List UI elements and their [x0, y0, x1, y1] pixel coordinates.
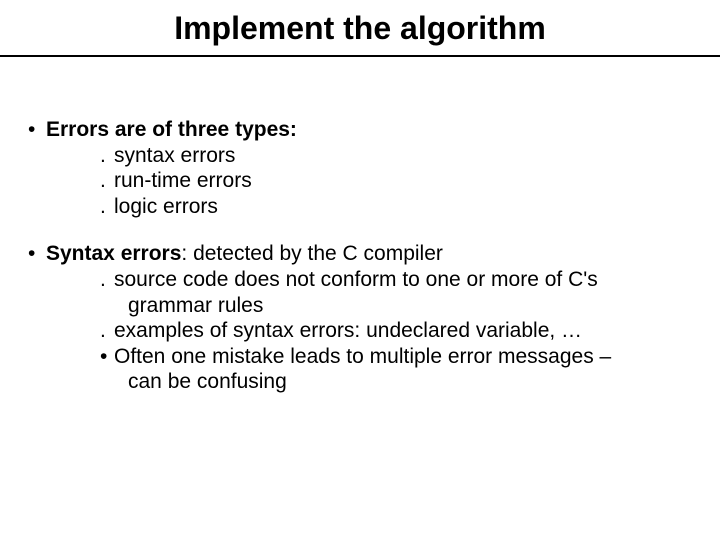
sub-item-text: run-time errors: [114, 168, 692, 194]
dot-marker: .: [100, 194, 114, 220]
slide-title: Implement the algorithm: [0, 0, 720, 55]
dot-marker: .: [100, 143, 114, 169]
bullet-text-bold: Syntax errors: [46, 242, 181, 265]
bullet-text: Syntax errors: detected by the C compile…: [46, 241, 692, 267]
block-error-types: • Errors are of three types: . syntax er…: [28, 117, 692, 219]
sub-item: • Often one mistake leads to multiple er…: [28, 344, 692, 370]
bullet-item: • Errors are of three types:: [28, 117, 692, 143]
dot-marker: .: [100, 267, 114, 293]
bullet-text-rest: : detected by the C compiler: [181, 242, 442, 265]
sub-item-text: examples of syntax errors: undeclared va…: [114, 318, 692, 344]
sub-item: . syntax errors: [28, 143, 692, 169]
slide: Implement the algorithm • Errors are of …: [0, 0, 720, 540]
sub-item-continuation: grammar rules: [28, 293, 692, 319]
sub-item-text: source code does not conform to one or m…: [114, 267, 692, 293]
slide-content: • Errors are of three types: . syntax er…: [0, 57, 720, 395]
sub-item-text: Often one mistake leads to multiple erro…: [114, 344, 692, 370]
bullet-item: • Syntax errors: detected by the C compi…: [28, 241, 692, 267]
sub-item: . logic errors: [28, 194, 692, 220]
dot-marker: .: [100, 318, 114, 344]
bullet-icon: •: [28, 241, 46, 267]
block-syntax-errors: • Syntax errors: detected by the C compi…: [28, 241, 692, 395]
bullet-text: Errors are of three types:: [46, 117, 692, 143]
sub-item: . source code does not conform to one or…: [28, 267, 692, 293]
sub-item-continuation: can be confusing: [28, 369, 692, 395]
sub-item: . run-time errors: [28, 168, 692, 194]
bullet-icon: •: [100, 344, 114, 370]
sub-item-text: logic errors: [114, 194, 692, 220]
sub-item: . examples of syntax errors: undeclared …: [28, 318, 692, 344]
sub-item-text: syntax errors: [114, 143, 692, 169]
bullet-icon: •: [28, 117, 46, 143]
dot-marker: .: [100, 168, 114, 194]
